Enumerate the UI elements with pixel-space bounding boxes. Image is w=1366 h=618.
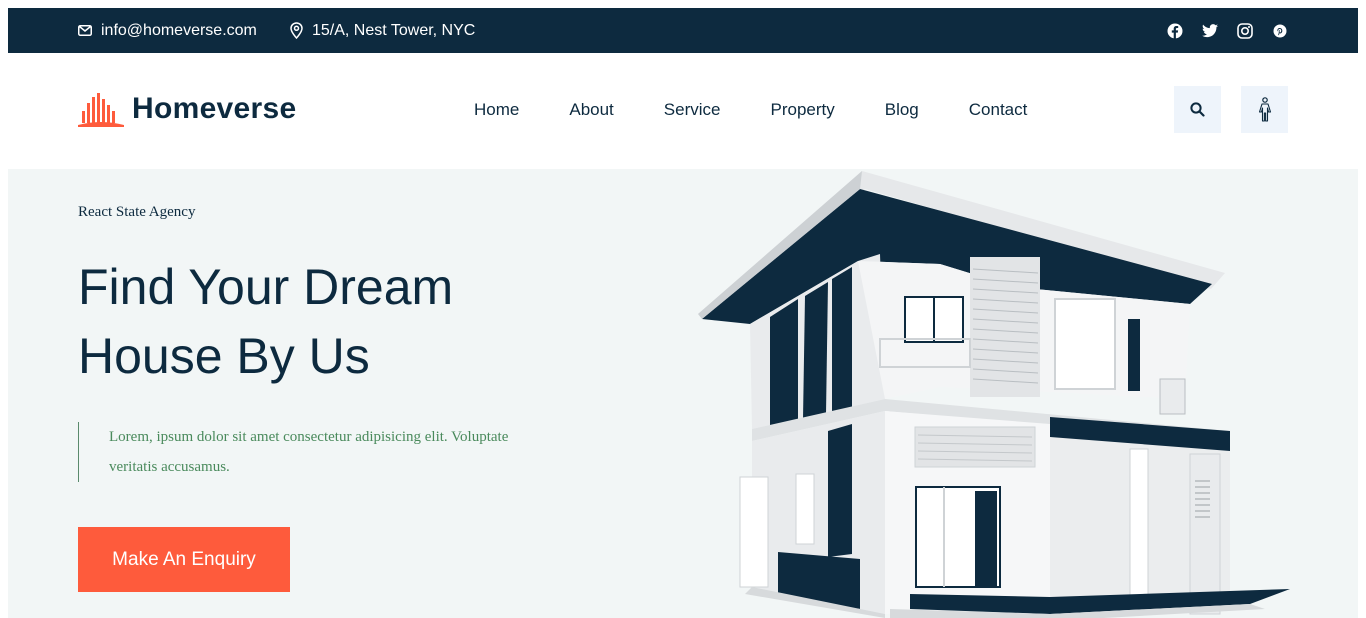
enquiry-button[interactable]: Make An Enquiry	[78, 527, 290, 592]
house-illustration	[698, 171, 1290, 618]
email-link[interactable]: info@homeverse.com	[78, 8, 257, 53]
instagram-icon[interactable]	[1237, 22, 1253, 39]
nav-item-property[interactable]: Property	[770, 100, 834, 120]
mail-icon	[78, 25, 92, 36]
nav-item-about[interactable]: About	[569, 100, 613, 120]
hero-title: Find Your Dream House By Us	[78, 259, 454, 384]
user-button[interactable]	[1241, 86, 1288, 133]
nav-item-contact[interactable]: Contact	[969, 100, 1028, 120]
nav-item-blog[interactable]: Blog	[885, 100, 919, 120]
nav-item-service[interactable]: Service	[664, 100, 721, 120]
person-icon	[1258, 96, 1271, 122]
search-icon	[1190, 102, 1205, 117]
hero-description: Lorem, ipsum dolor sit amet consectetur …	[78, 422, 518, 482]
social-links	[1167, 8, 1288, 53]
pinterest-icon[interactable]	[1272, 23, 1288, 39]
email-text: info@homeverse.com	[101, 21, 257, 39]
logo-text: Homeverse	[132, 92, 297, 125]
logo[interactable]: Homeverse	[78, 91, 296, 127]
location-pin-icon	[290, 22, 303, 39]
search-button[interactable]	[1174, 86, 1221, 133]
address-link[interactable]: 15/A, Nest Tower, NYC	[290, 8, 475, 53]
top-bar: info@homeverse.com 15/A, Nest Tower, NYC	[8, 8, 1358, 53]
logo-icon	[78, 93, 124, 127]
twitter-icon[interactable]	[1202, 23, 1218, 39]
address-text: 15/A, Nest Tower, NYC	[312, 21, 476, 39]
hero-subtitle: React State Agency	[78, 204, 196, 220]
hero-section: React State Agency Find Your Dream House…	[8, 169, 1358, 618]
nav-item-home[interactable]: Home	[474, 100, 519, 120]
facebook-icon[interactable]	[1167, 23, 1183, 39]
site-header: Homeverse Home About Service Property Bl…	[8, 53, 1358, 169]
main-nav: Home About Service Property Blog Contact	[474, 100, 1077, 120]
